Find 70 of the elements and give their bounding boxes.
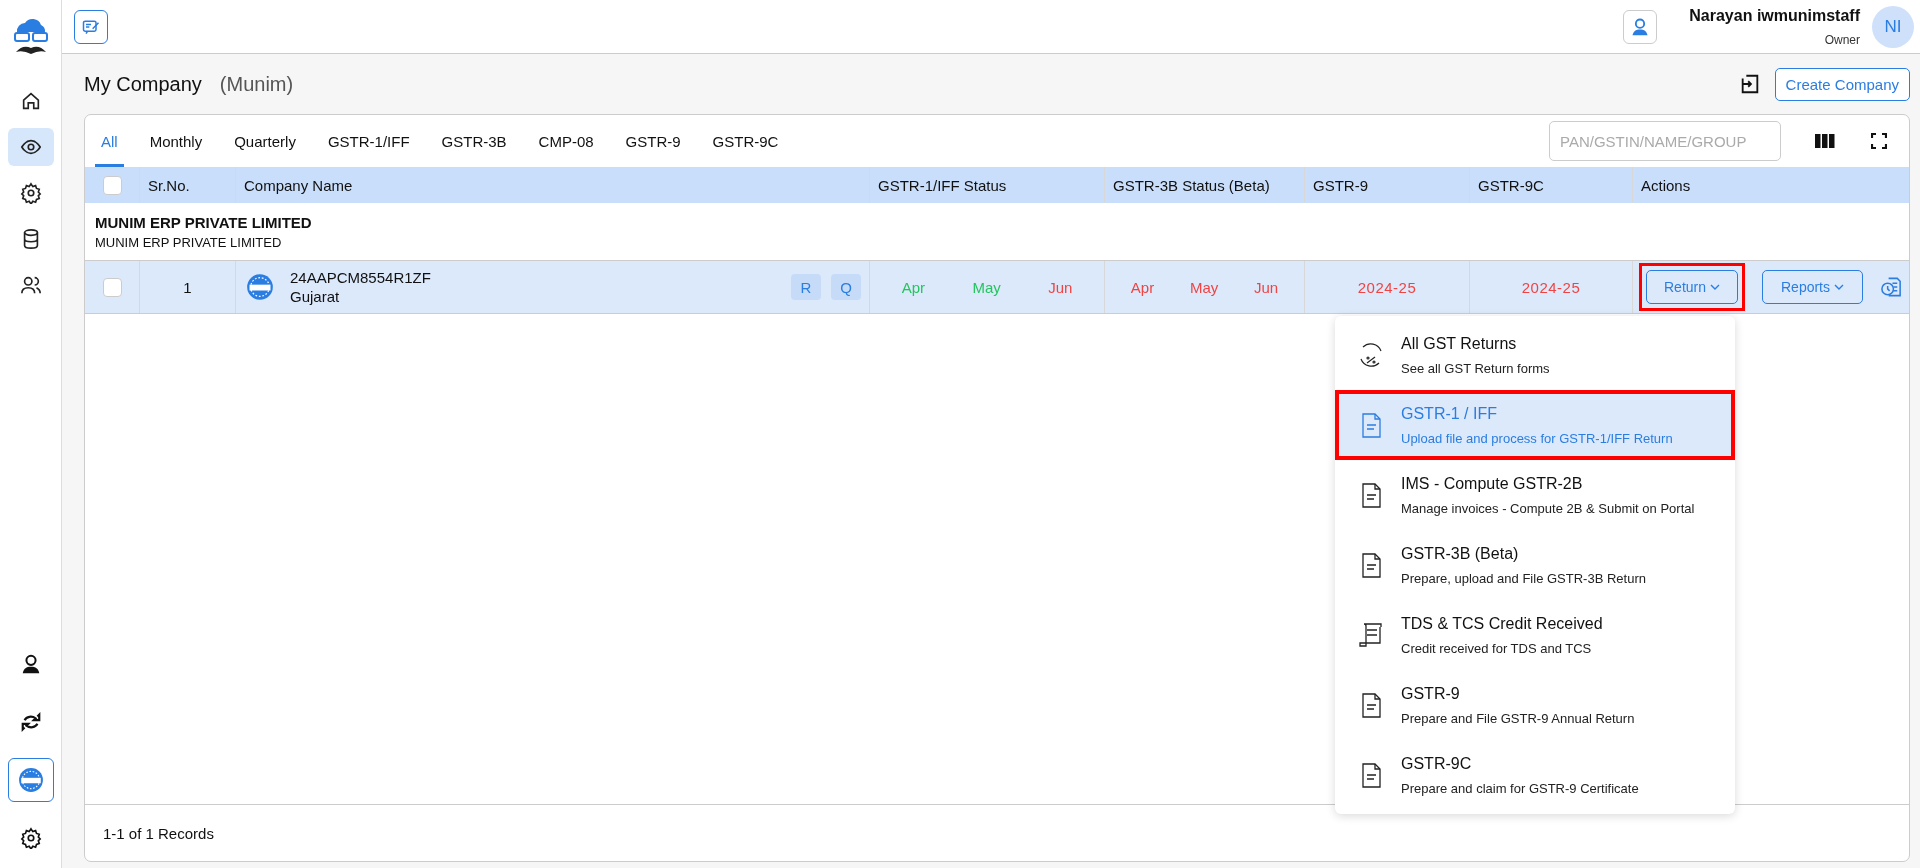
menu-item-description: Prepare and claim for GSTR-9 Certificate — [1401, 780, 1639, 796]
caret-icon — [1710, 284, 1720, 290]
row-checkbox[interactable] — [102, 277, 122, 297]
filter-tab[interactable]: Monthly — [143, 115, 209, 167]
column-header: GSTR-3B Status (Beta) — [1113, 176, 1270, 194]
user-avatar[interactable]: NI — [1872, 5, 1914, 48]
year-status[interactable]: 2024-25 — [1357, 278, 1417, 296]
menu-item-description: See all GST Return forms — [1401, 360, 1550, 376]
month-status[interactable]: Jun — [1048, 278, 1073, 296]
caret-icon — [1834, 284, 1844, 290]
filter-tab[interactable]: Quarterly — [228, 115, 302, 167]
create-company-button[interactable]: Create Company — [1774, 67, 1910, 101]
month-status[interactable]: Jun — [1253, 278, 1279, 296]
menu-item-description: Credit received for TDS and TCS — [1401, 640, 1593, 656]
menu-item[interactable]: IMS - Compute GSTR-2B Manage invoices - Compute 2B & Submit on Portal — [1335, 460, 1735, 530]
column-header: GSTR-9 — [1313, 176, 1368, 194]
fullscreen-icon[interactable] — [1871, 133, 1887, 149]
menu-item[interactable]: GSTR-9 Prepare and File GSTR-9 Annual Return — [1335, 670, 1735, 740]
page-subtitle: (Munim) — [219, 72, 294, 96]
columns-icon[interactable] — [1815, 133, 1835, 149]
menu-item-description: Prepare, upload and File GSTR-3B Return — [1401, 570, 1646, 586]
eye-icon[interactable] — [7, 128, 54, 166]
gst-seal-icon — [246, 273, 274, 301]
column-header: Sr.No. — [148, 176, 190, 194]
scroll-document-icon — [1357, 621, 1385, 649]
year-status[interactable]: 2024-25 — [1521, 278, 1581, 296]
month-status[interactable]: May — [1189, 278, 1219, 296]
menu-item[interactable]: TDS & TCS Credit Received Credit received for TDS and TCS — [1335, 600, 1735, 670]
page-title: My Company — [84, 72, 202, 96]
select-all-checkbox[interactable] — [102, 175, 122, 195]
return-type-tag[interactable]: R — [791, 274, 821, 300]
report-clock-icon[interactable] — [1880, 275, 1903, 299]
menu-item-description: Prepare and File GSTR-9 Annual Return — [1401, 710, 1635, 726]
menu-item[interactable]: GSTR-1 / IFF Upload file and process for GSTR-1/IFF Return — [1335, 390, 1735, 460]
filter-tab[interactable]: GSTR-1/IFF — [321, 115, 416, 167]
column-header: GSTR-1/IFF Status — [878, 176, 1007, 194]
menu-item-title: IMS - Compute GSTR-2B — [1401, 474, 1584, 493]
menu-item-title: GSTR-1 / IFF — [1401, 404, 1498, 423]
menu-item[interactable]: All GST Returns See all GST Return forms — [1335, 320, 1735, 390]
records-count: 1-1 of 1 Records — [103, 824, 214, 842]
month-status[interactable]: Apr — [1130, 278, 1155, 296]
filter-tab[interactable]: GSTR-9 — [619, 115, 687, 167]
user-role: Owner — [1824, 32, 1860, 47]
menu-item-description: Upload file and process for GSTR-1/IFF Return — [1401, 430, 1673, 446]
column-header: Actions — [1641, 176, 1691, 194]
filter-tab[interactable]: CMP-08 — [532, 115, 600, 167]
menu-item[interactable]: GSTR-9C Prepare and claim for GSTR-9 Certificate — [1335, 740, 1735, 810]
filter-tab[interactable]: GSTR-3B — [435, 115, 513, 167]
group-subtitle: MUNIM ERP PRIVATE LIMITED — [95, 234, 283, 250]
group-title: MUNIM ERP PRIVATE LIMITED — [95, 213, 313, 231]
filter-tab[interactable]: GSTR-9C — [706, 115, 785, 167]
column-header: Company Name — [244, 176, 353, 194]
note-edit-icon[interactable] — [74, 9, 108, 44]
gstin-number: 24AAPCM8554R1ZF — [290, 269, 431, 286]
menu-item-title: GSTR-3B (Beta) — [1401, 544, 1520, 563]
serial-number: 1 — [183, 278, 192, 296]
state-name: Gujarat — [290, 288, 341, 305]
menu-item[interactable]: GSTR-3B (Beta) Prepare, upload and File GSTR-3B Return — [1335, 530, 1735, 600]
menu-item-description: Manage invoices - Compute 2B & Submit on Portal — [1401, 500, 1695, 516]
menu-item-title: TDS & TCS Credit Received — [1401, 614, 1603, 633]
dropdown-button[interactable]: Return — [1646, 270, 1738, 304]
user-name: Narayan iwmunimstaff — [1689, 6, 1860, 25]
menu-item-title: GSTR-9C — [1401, 754, 1473, 773]
return-type-tag[interactable]: Q — [831, 274, 861, 300]
gst-seal-icon[interactable] — [7, 758, 54, 802]
column-header: GSTR-9C — [1478, 176, 1544, 194]
menu-item-title: GSTR-9 — [1401, 684, 1461, 703]
search-field[interactable]: PAN/GSTIN/NAME/GROUP — [1549, 121, 1781, 161]
menu-item-title: All GST Returns — [1401, 334, 1518, 353]
dropdown-button[interactable]: Reports — [1762, 270, 1863, 304]
